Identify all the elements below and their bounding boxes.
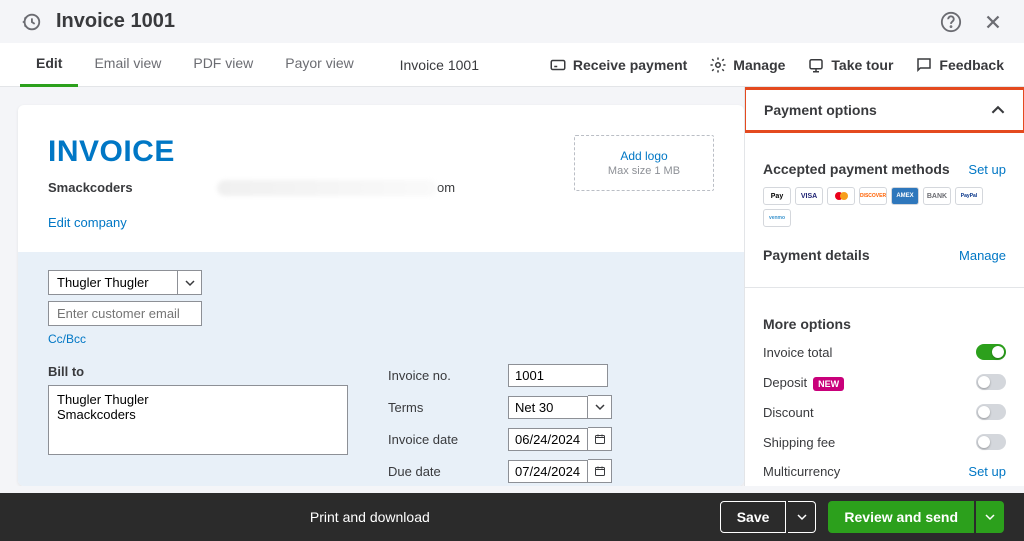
customer-select[interactable] — [48, 270, 178, 295]
calendar-icon — [594, 433, 606, 445]
invoice-date-picker[interactable] — [588, 427, 612, 451]
payment-details-manage-link[interactable]: Manage — [959, 248, 1006, 263]
due-date-label: Due date — [388, 464, 508, 479]
chevron-down-icon — [985, 512, 995, 522]
history-icon[interactable] — [20, 11, 42, 33]
company-email-blurred — [217, 180, 437, 196]
tab-payor-view[interactable]: Payor view — [269, 43, 369, 87]
discount-toggle[interactable] — [976, 404, 1006, 420]
add-logo-label: Add logo — [620, 149, 667, 163]
edit-company-link[interactable]: Edit company — [48, 215, 455, 230]
feedback-icon — [915, 56, 933, 74]
page-title: Invoice 1001 — [56, 10, 940, 33]
tab-center-title: Invoice 1001 — [400, 57, 479, 73]
bill-to-label: Bill to — [48, 364, 348, 379]
accepted-methods-label: Accepted payment methods — [763, 161, 950, 177]
multicurrency-label: Multicurrency — [763, 464, 840, 479]
deposit-toggle[interactable] — [976, 374, 1006, 390]
shipping-fee-label: Shipping fee — [763, 435, 835, 450]
footer: Print and download Save Review and send — [0, 493, 1024, 541]
invoice-heading: INVOICE — [48, 135, 455, 169]
gear-icon — [709, 56, 727, 74]
discount-label: Discount — [763, 405, 814, 420]
multicurrency-setup-link[interactable]: Set up — [968, 464, 1006, 479]
terms-label: Terms — [388, 400, 508, 415]
receive-payment-button[interactable]: Receive payment — [549, 56, 687, 74]
tabbar: Edit Email view PDF view Payor view Invo… — [0, 43, 1024, 87]
invoice-total-toggle[interactable] — [976, 344, 1006, 360]
paypal-icon: PayPal — [955, 187, 983, 205]
help-icon[interactable] — [940, 11, 962, 33]
payment-method-icons: Pay VISA DISCOVER AMEX BANK PayPal venmo — [763, 187, 1006, 227]
company-name: Smackcoders — [48, 180, 133, 195]
side-panel: Payment options Accepted payment methods… — [744, 87, 1024, 486]
payment-options-header-highlight: Payment options — [744, 87, 1024, 133]
review-send-dropdown[interactable] — [976, 501, 1004, 533]
invoice-total-label: Invoice total — [763, 345, 832, 360]
chevron-down-icon — [797, 512, 807, 522]
mastercard-icon — [827, 187, 855, 205]
calendar-icon — [594, 465, 606, 477]
feedback-button[interactable]: Feedback — [915, 56, 1004, 74]
deposit-label: DepositNEW — [763, 375, 844, 390]
invoice-date-label: Invoice date — [388, 432, 508, 447]
header: Invoice 1001 — [0, 0, 1024, 43]
print-download-button[interactable]: Print and download — [20, 509, 720, 525]
tab-pdf-view[interactable]: PDF view — [177, 43, 269, 87]
invoice-no-input[interactable] — [508, 364, 608, 387]
save-dropdown[interactable] — [788, 501, 816, 533]
chevron-down-icon — [185, 278, 195, 288]
add-logo-hint: Max size 1 MB — [608, 165, 680, 177]
terms-input[interactable] — [508, 396, 588, 419]
review-send-button[interactable]: Review and send — [828, 501, 974, 533]
applepay-icon: Pay — [763, 187, 791, 205]
payment-details-label: Payment details — [763, 247, 870, 263]
company-email-suffix: om — [437, 180, 455, 195]
venmo-icon: venmo — [763, 209, 791, 227]
customer-dropdown[interactable] — [178, 270, 202, 295]
tab-edit[interactable]: Edit — [20, 43, 78, 87]
tour-icon — [807, 56, 825, 74]
add-logo-dropzone[interactable]: Add logo Max size 1 MB — [574, 135, 714, 191]
close-icon[interactable] — [982, 11, 1004, 33]
bill-to-textarea[interactable]: Thugler Thugler Smackcoders — [48, 385, 348, 455]
invoice-date-input[interactable] — [508, 428, 588, 451]
payment-options-toggle[interactable]: Payment options — [764, 102, 1005, 118]
terms-dropdown[interactable] — [588, 395, 612, 419]
shipping-fee-toggle[interactable] — [976, 434, 1006, 450]
due-date-picker[interactable] — [588, 459, 612, 483]
take-tour-button[interactable]: Take tour — [807, 56, 893, 74]
amex-icon: AMEX — [891, 187, 919, 205]
accepted-methods-setup-link[interactable]: Set up — [968, 162, 1006, 177]
invoice-editor: INVOICE Smackcoders om Edit company Add … — [18, 105, 744, 486]
invoice-no-label: Invoice no. — [388, 368, 508, 383]
customer-email-input[interactable] — [48, 301, 202, 326]
new-badge: NEW — [813, 377, 844, 391]
chevron-down-icon — [595, 402, 605, 412]
chevron-up-icon — [991, 103, 1005, 117]
cc-bcc-link[interactable]: Cc/Bcc — [48, 332, 714, 346]
save-button[interactable]: Save — [720, 501, 787, 533]
payment-icon — [549, 56, 567, 74]
manage-button[interactable]: Manage — [709, 56, 785, 74]
discover-icon: DISCOVER — [859, 187, 887, 205]
tab-email-view[interactable]: Email view — [78, 43, 177, 87]
payment-options-label: Payment options — [764, 102, 877, 118]
due-date-input[interactable] — [508, 460, 588, 483]
visa-icon: VISA — [795, 187, 823, 205]
more-options-label: More options — [763, 316, 1006, 332]
bank-icon: BANK — [923, 187, 951, 205]
